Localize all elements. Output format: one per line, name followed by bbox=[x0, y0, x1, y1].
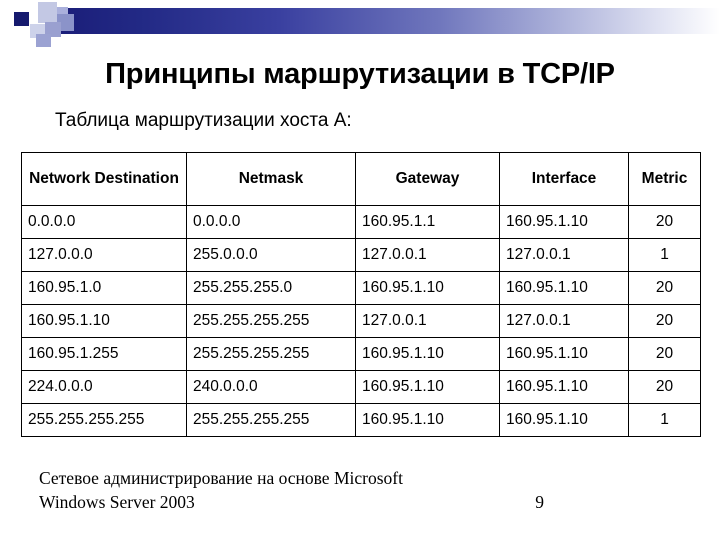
gradient-bar-decoration bbox=[53, 8, 720, 34]
routing-table: Network Destination Netmask Gateway Inte… bbox=[21, 152, 701, 437]
table-row: 127.0.0.0 255.0.0.0 127.0.0.1 127.0.0.1 1 bbox=[21, 238, 701, 272]
cell-destination: 160.95.1.10 bbox=[21, 304, 187, 338]
cell-destination: 160.95.1.255 bbox=[21, 337, 187, 371]
slide-footer: Сетевое администрирование на основе Micr… bbox=[39, 466, 679, 514]
slide-title: Принципы маршрутизации в TCP/IP bbox=[105, 58, 615, 90]
cell-destination: 255.255.255.255 bbox=[21, 403, 187, 437]
slide-subtitle: Таблица маршрутизации хоста А: bbox=[55, 110, 352, 131]
footer-line-1: Сетевое администрирование на основе Micr… bbox=[39, 468, 403, 488]
cell-interface: 127.0.0.1 bbox=[499, 304, 629, 338]
decorative-square-mid-lower bbox=[36, 34, 51, 47]
table-row: 160.95.1.0 255.255.255.0 160.95.1.10 160.95… bbox=[21, 271, 701, 305]
cell-gateway: 160.95.1.10 bbox=[355, 271, 500, 305]
cell-destination: 127.0.0.0 bbox=[21, 238, 187, 272]
cell-interface: 160.95.1.10 bbox=[499, 205, 629, 239]
cell-interface: 127.0.0.1 bbox=[499, 238, 629, 272]
column-header-metric: Metric bbox=[628, 152, 701, 206]
cell-interface: 160.95.1.10 bbox=[499, 403, 629, 437]
cell-netmask: 255.255.255.0 bbox=[186, 271, 356, 305]
cell-metric: 20 bbox=[628, 205, 701, 239]
cell-metric: 20 bbox=[628, 337, 701, 371]
cell-metric: 20 bbox=[628, 304, 701, 338]
table-row: 255.255.255.255 255.255.255.255 160.95.1.1… bbox=[21, 403, 701, 437]
page-number: 9 bbox=[535, 492, 544, 513]
cell-interface: 160.95.1.10 bbox=[499, 370, 629, 404]
column-header-gateway: Gateway bbox=[355, 152, 500, 206]
cell-metric: 1 bbox=[628, 238, 701, 272]
cell-gateway: 160.95.1.10 bbox=[355, 370, 500, 404]
cell-gateway: 160.95.1.1 bbox=[355, 205, 500, 239]
cell-netmask: 255.255.255.255 bbox=[186, 337, 356, 371]
table-row: 0.0.0.0 0.0.0.0 160.95.1.1 160.95.1.10 20 bbox=[21, 205, 701, 239]
cell-gateway: 160.95.1.10 bbox=[355, 403, 500, 437]
cell-netmask: 240.0.0.0 bbox=[186, 370, 356, 404]
column-header-interface: Interface bbox=[499, 152, 629, 206]
table-header-row: Network Destination Netmask Gateway Inte… bbox=[21, 152, 701, 206]
table-row: 160.95.1.255 255.255.255.255 160.95.1.10 16… bbox=[21, 337, 701, 371]
cell-netmask: 0.0.0.0 bbox=[186, 205, 356, 239]
cell-interface: 160.95.1.10 bbox=[499, 337, 629, 371]
column-header-netmask: Netmask bbox=[186, 152, 356, 206]
cell-gateway: 160.95.1.10 bbox=[355, 337, 500, 371]
cell-destination: 160.95.1.0 bbox=[21, 271, 187, 305]
table-row: 224.0.0.0 240.0.0.0 160.95.1.10 160.95.1.10… bbox=[21, 370, 701, 404]
cell-destination: 0.0.0.0 bbox=[21, 205, 187, 239]
decorative-square-dark bbox=[14, 12, 29, 26]
routing-table-head: Network Destination Netmask Gateway Inte… bbox=[21, 152, 701, 206]
cell-interface: 160.95.1.10 bbox=[499, 271, 629, 305]
table-row: 160.95.1.10 255.255.255.255 127.0.0.1 127.0… bbox=[21, 304, 701, 338]
routing-table-body: 0.0.0.0 0.0.0.0 160.95.1.1 160.95.1.10 20 127… bbox=[21, 205, 701, 437]
cell-metric: 20 bbox=[628, 271, 701, 305]
cell-destination: 224.0.0.0 bbox=[21, 370, 187, 404]
decorative-square-pale-top bbox=[38, 2, 57, 23]
column-header-network-destination: Network Destination bbox=[21, 152, 187, 206]
slide-header-decoration bbox=[0, 0, 720, 48]
cell-gateway: 127.0.0.1 bbox=[355, 304, 500, 338]
footer-line-2: Windows Server 2003 bbox=[39, 492, 195, 513]
cell-netmask: 255.255.255.255 bbox=[186, 403, 356, 437]
cell-metric: 20 bbox=[628, 370, 701, 404]
cell-gateway: 127.0.0.1 bbox=[355, 238, 500, 272]
cell-netmask: 255.0.0.0 bbox=[186, 238, 356, 272]
cell-netmask: 255.255.255.255 bbox=[186, 304, 356, 338]
cell-metric: 1 bbox=[628, 403, 701, 437]
